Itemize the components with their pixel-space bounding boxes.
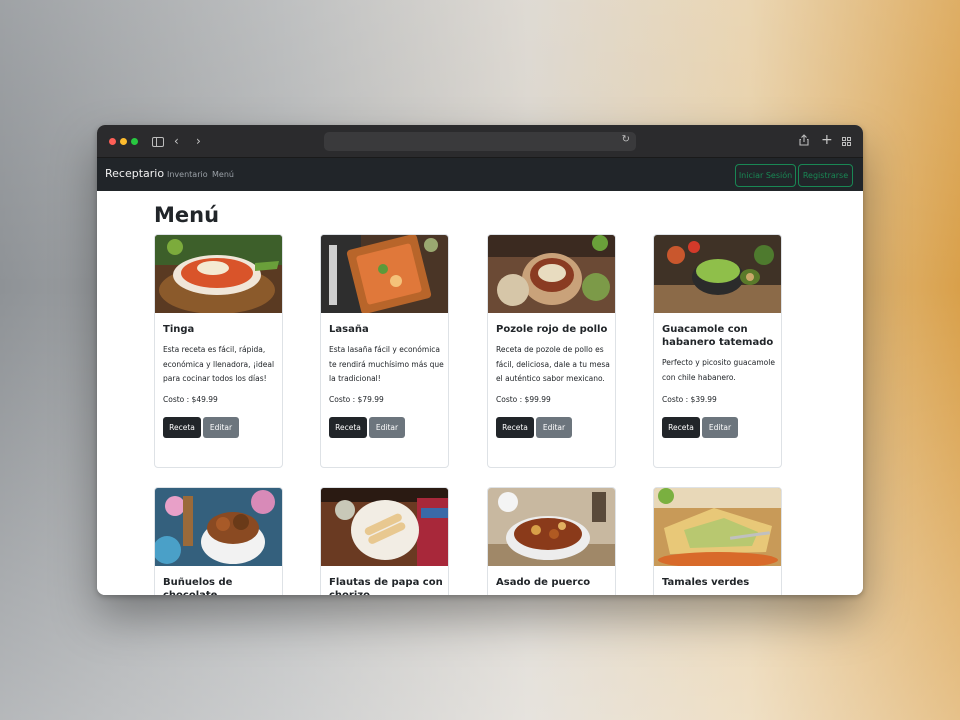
receta-button[interactable]: Receta (662, 417, 700, 438)
navbar-brand[interactable]: Receptario (105, 167, 164, 180)
recipe-title: Lasaña (329, 324, 369, 335)
new-tab-icon[interactable]: + (821, 133, 833, 147)
recipe-description: Perfecto y picosito guacamole con chile … (662, 358, 775, 382)
recipe-description: Esta receta es fácil, rápida, económica … (163, 345, 275, 383)
nav-link-inventario[interactable]: Inventario (167, 170, 208, 179)
recipe-title: Flautas de papa con chorizo (329, 577, 443, 595)
recipe-cost: Costo : $39.99 (662, 395, 717, 404)
back-icon[interactable]: ‹ (174, 134, 179, 148)
recipe-image (654, 488, 781, 566)
browser-titlebar: ‹ › ↻ + (97, 125, 863, 158)
recipe-card: Pozole rojo de pollo Receta de pozole de… (487, 234, 616, 468)
recipe-image (321, 488, 448, 566)
editar-button[interactable]: Editar (369, 417, 405, 438)
recipe-card: Flautas de papa con chorizo (320, 487, 449, 595)
recipe-image (488, 235, 615, 313)
recipe-description: Esta lasaña fácil y económica te rendirá… (329, 345, 444, 383)
recipe-cost: Costo : $99.99 (496, 395, 551, 404)
main-content: Menú Tinga Esta receta es fácil, rápida,… (97, 191, 863, 595)
editar-button[interactable]: Editar (203, 417, 239, 438)
receta-button[interactable]: Receta (496, 417, 534, 438)
address-bar[interactable]: ↻ (324, 132, 636, 151)
recipe-card: Tinga Esta receta es fácil, rápida, econ… (154, 234, 283, 468)
recipe-title: Tinga (163, 324, 195, 335)
browser-window: ‹ › ↻ + Receptario Inventario Menú Inici… (97, 125, 863, 595)
recipe-image (488, 488, 615, 566)
login-button[interactable]: Iniciar Sesión (735, 164, 796, 187)
recipe-image (321, 235, 448, 313)
tab-overview-icon[interactable] (842, 137, 851, 146)
forward-icon[interactable]: › (196, 134, 201, 148)
recipe-image (155, 235, 282, 313)
recipe-title: Guacamole con habanero tatemado (662, 324, 774, 348)
recipe-image (155, 488, 282, 566)
page-title: Menú (154, 203, 220, 227)
recipe-card: Asado de puerco (487, 487, 616, 595)
close-window-button[interactable] (109, 138, 116, 145)
recipe-description: Receta de pozole de pollo es fácil, deli… (496, 345, 610, 383)
editar-button[interactable]: Editar (702, 417, 738, 438)
recipe-card: Tamales verdes (653, 487, 782, 595)
editar-button[interactable]: Editar (536, 417, 572, 438)
recipe-title: Asado de puerco (496, 577, 591, 588)
sidebar-toggle-icon[interactable] (152, 137, 164, 147)
recipe-title: Buñuelos de chocolate (163, 577, 233, 595)
recipe-title: Pozole rojo de pollo (496, 324, 608, 335)
nav-link-menu[interactable]: Menú (212, 170, 234, 179)
share-icon[interactable] (799, 134, 809, 149)
recipe-cost: Costo : $49.99 (163, 395, 218, 404)
recipe-title: Tamales verdes (662, 577, 750, 588)
reload-icon[interactable]: ↻ (622, 134, 630, 145)
receta-button[interactable]: Receta (329, 417, 367, 438)
recipe-cost: Costo : $79.99 (329, 395, 384, 404)
site-navbar: Receptario Inventario Menú Iniciar Sesió… (97, 158, 863, 191)
receta-button[interactable]: Receta (163, 417, 201, 438)
register-button[interactable]: Registrarse (798, 164, 853, 187)
minimize-window-button[interactable] (120, 138, 127, 145)
maximize-window-button[interactable] (131, 138, 138, 145)
recipe-card: Lasaña Esta lasaña fácil y económica te … (320, 234, 449, 468)
recipe-image (654, 235, 781, 313)
recipe-card: Buñuelos de chocolate (154, 487, 283, 595)
recipe-card: Guacamole con habanero tatemado Perfecto… (653, 234, 782, 468)
